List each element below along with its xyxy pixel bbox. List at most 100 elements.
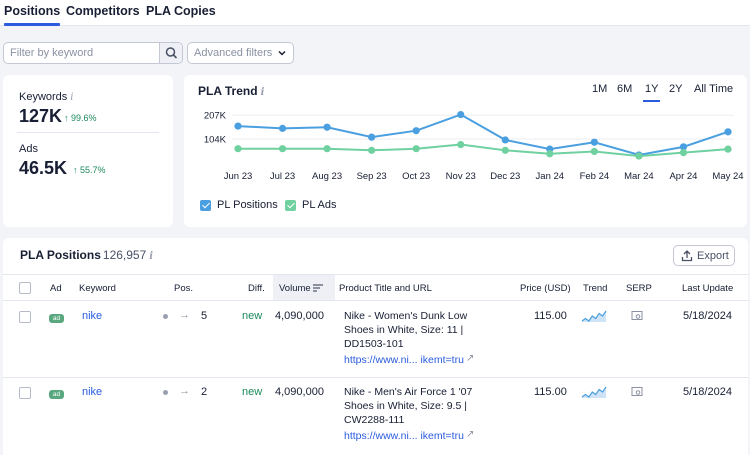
keywords-value: 127K [19,106,63,126]
keywords-delta: ↑ 99.6% [64,113,97,123]
trend-sparkline[interactable] [581,310,607,322]
product-title-line: Nike - Men's Air Force 1 '07 [344,386,473,398]
data-point [724,145,732,153]
stats-card: Keywords i 127K ↑ 99.6% Ads 46.5K ↑ 55.7% [3,75,173,227]
x-tick-label: Apr 24 [669,171,697,182]
pla-trend-card: PLA Trend i 1M 6M 1Y 2Y All Time 207K 104K… [184,75,747,227]
data-point [679,149,688,157]
data-point [412,127,420,135]
arrow-up-icon: ↑ [64,113,69,123]
table-row[interactable]: ad nike → 2 new 4,090,000 Nike - Men's A… [3,378,748,455]
x-tick-label: Feb 24 [580,171,610,182]
info-icon[interactable]: i [149,251,153,262]
x-tick-label: Jul 23 [270,171,295,182]
x-tick-label: Jan 24 [536,171,565,182]
col-trend[interactable]: Trend [583,283,607,294]
last-update-value: 5/18/2024 [683,310,732,322]
data-point [546,150,554,158]
col-product-title[interactable]: Product Title and URL [339,283,432,294]
volume-value: 4,090,000 [275,310,324,322]
x-tick-label: Dec 23 [490,171,520,182]
legend-pl-ads-label: PL Ads [302,199,337,211]
position-value: 2 [201,386,208,398]
price-value: 115.00 [534,310,567,322]
arrow-right-icon: → [179,385,190,397]
arrow-right-icon: → [179,309,190,321]
external-link-icon[interactable]: ↗ [466,353,474,364]
tab-bar: Positions Competitors PLA Copies [0,0,750,26]
select-all-checkbox[interactable] [19,282,31,294]
tab-competitors[interactable]: Competitors [66,4,140,18]
x-tick-label: Sep 23 [357,171,387,182]
external-link-icon[interactable]: ↗ [466,429,474,440]
data-point [501,136,509,144]
data-point [590,138,598,146]
data-point [278,124,287,132]
checkbox-icon[interactable] [200,199,211,211]
product-url-link[interactable]: https://www.ni... ikemt=tru [344,354,464,366]
ads-label-row: Ads [19,143,38,155]
keyword-filter-placeholder: Filter by keyword [10,47,94,59]
position-dot-icon [163,390,168,395]
col-volume[interactable]: Volume [279,283,311,294]
col-last-update[interactable]: Last Update [682,283,733,294]
export-button[interactable]: Export [673,245,735,266]
stats-divider [17,132,159,133]
pla-positions-title: PLA Positions 126,957 i [20,248,153,262]
data-point [323,145,331,153]
table-row[interactable]: ad nike → 5 new 4,090,000 Nike - Women's… [3,301,748,378]
tab-pla-copies[interactable]: PLA Copies [146,4,216,18]
ads-label: Ads [19,143,38,155]
keyword-link[interactable]: nike [82,386,102,398]
legend-pl-ads[interactable]: PL Ads [285,199,336,211]
tab-positions[interactable]: Positions [4,4,61,26]
row-checkbox[interactable] [19,387,31,399]
keyword-link[interactable]: nike [82,310,102,322]
x-tick-label: Nov 23 [446,171,476,182]
col-pos[interactable]: Pos. [174,283,193,294]
x-tick-label: Oct 23 [402,171,430,182]
x-tick-label: Jun 23 [224,171,253,182]
x-tick-label: May 24 [712,171,743,182]
data-point [234,145,242,153]
diff-value: new [242,310,263,322]
col-diff[interactable]: Diff. [248,283,265,294]
col-price[interactable]: Price (USD) [520,283,571,294]
keywords-label-row: Keywords i [19,91,74,103]
product-title-line: Shoes in White, Size: 9.5 | [344,400,467,412]
col-keyword[interactable]: Keyword [79,283,116,294]
col-ad[interactable]: Ad [50,283,62,294]
series-line-pl-ads [238,143,729,158]
ads-delta-value: 55.7% [80,165,106,175]
data-point [501,146,509,154]
keywords-delta-value: 99.6% [71,113,97,123]
advanced-filters-dropdown[interactable]: Advanced filters [187,42,294,64]
trend-sparkline[interactable] [581,386,607,398]
data-point [412,145,420,153]
legend-pl-positions[interactable]: PL Positions [200,199,278,211]
export-icon [681,250,693,262]
data-point [368,133,376,141]
serp-icon[interactable] [631,386,643,398]
pla-positions-card: PLA Positions 126,957 i Export Ad Keyword … [3,238,748,455]
col-serp[interactable]: SERP [626,283,652,294]
keyword-filter-input[interactable]: Filter by keyword [3,42,183,64]
data-point [635,152,643,160]
serp-icon[interactable] [631,310,643,322]
pla-positions-count: 126,957 [102,248,147,262]
product-title-line: Nike - Women's Dunk Low [344,310,468,322]
checkbox-icon[interactable] [285,199,296,211]
export-label: Export [697,250,729,262]
search-button[interactable] [159,43,182,63]
price-value: 115.00 [534,386,567,398]
ad-badge: ad [49,314,64,323]
data-point [323,123,331,131]
row-checkbox[interactable] [19,311,31,323]
sort-icon[interactable] [313,284,323,292]
ad-badge: ad [49,390,64,399]
position-value: 5 [201,310,208,322]
product-url-link[interactable]: https://www.ni... ikemt=tru [344,430,464,442]
info-icon[interactable]: i [70,92,73,103]
ads-value: 46.5K [19,158,68,178]
y-tick-label: 207K [204,111,227,122]
